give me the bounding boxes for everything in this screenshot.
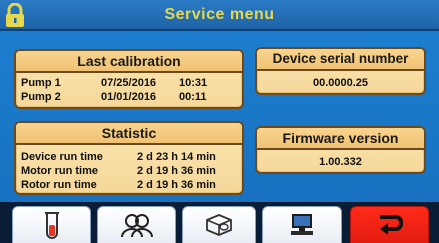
stat-label: Rotor run time: [21, 179, 97, 191]
page-title: Service menu: [164, 6, 275, 23]
test-tube-icon: [44, 212, 59, 239]
device-serial-panel: Device serial number 00.0000.25: [255, 47, 426, 95]
calibration-date: 01/01/2016: [101, 91, 157, 103]
tab-device[interactable]: [182, 206, 256, 243]
last-calibration-panel: Last calibration Pump 1 07/25/2016 10:31…: [14, 49, 244, 109]
stat-value: 2 d 23 h 14 min: [137, 151, 216, 163]
calibration-time: 00:11: [179, 91, 207, 103]
list-item: Device run time 2 d 23 h 14 min: [21, 151, 243, 164]
list-item: Rotor run time 2 d 19 h 36 min: [21, 179, 243, 192]
pump-label: Pump 1: [21, 77, 61, 89]
firmware-panel: Firmware version 1.00.332: [255, 126, 426, 174]
back-button[interactable]: [350, 206, 429, 243]
panel-title: Statistic: [16, 123, 242, 145]
stat-label: Motor run time: [21, 165, 98, 177]
tab-users[interactable]: [97, 206, 176, 243]
list-item: Motor run time 2 d 19 h 36 min: [21, 165, 243, 178]
stat-label: Device run time: [21, 151, 103, 163]
statistic-list: Device run time 2 d 23 h 14 min Motor ru…: [16, 147, 242, 195]
tab-computer[interactable]: [262, 206, 342, 243]
firmware-value: 1.00.332: [319, 156, 362, 168]
calibration-time: 10:31: [179, 77, 208, 89]
list-item: Pump 1 07/25/2016 10:31: [21, 77, 241, 90]
panel-title: Last calibration: [16, 51, 242, 73]
users-icon: [120, 214, 153, 238]
stat-value: 2 d 19 h 36 min: [137, 165, 216, 177]
panel-title: Firmware version: [257, 128, 424, 150]
panel-title: Device serial number: [257, 49, 424, 71]
serial-value: 00.0000.25: [312, 77, 369, 89]
stat-value: 2 d 19 h 36 min: [137, 179, 216, 191]
calibration-date: 07/25/2016: [101, 77, 157, 89]
list-item: Pump 2 01/01/2016 00:11: [21, 91, 241, 104]
device-icon: [206, 214, 232, 236]
computer-icon: [291, 214, 313, 235]
title-bar: Service menu: [0, 0, 439, 31]
return-arrow-icon: [379, 215, 403, 235]
service-screen: Service menu Last calibration Pump 1 07/…: [0, 0, 439, 243]
pump-label: Pump 2: [21, 91, 61, 103]
statistic-panel: Statistic Device run time 2 d 23 h 14 mi…: [14, 121, 244, 195]
calibration-list: Pump 1 07/25/2016 10:31 Pump 2 01/01/201…: [16, 75, 242, 107]
tab-test-tube[interactable]: [12, 206, 91, 243]
